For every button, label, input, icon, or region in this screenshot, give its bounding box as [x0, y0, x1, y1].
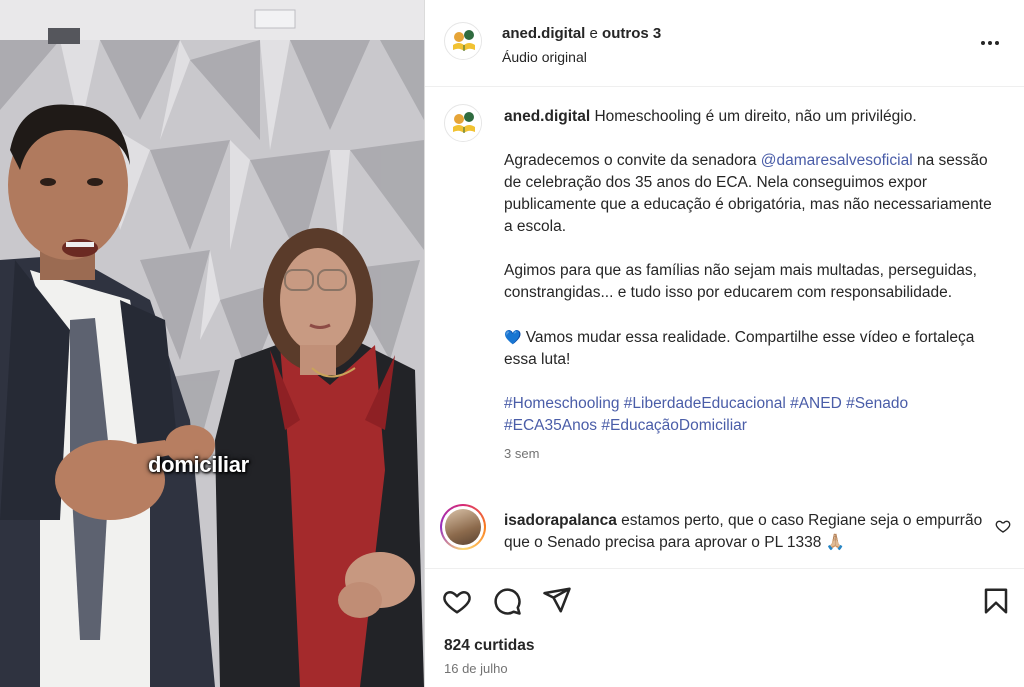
video-frame: [0, 0, 424, 687]
hashtags[interactable]: #Homeschooling #LiberdadeEducacional #AN…: [504, 393, 1004, 437]
likes-count[interactable]: 824 curtidas: [444, 637, 534, 655]
comment-username[interactable]: isadorapalanca: [504, 512, 617, 529]
blue-heart-icon: 💙: [504, 329, 522, 345]
aned-logo-icon: [446, 24, 481, 59]
post-authors: aned.digital e outros 3: [502, 25, 661, 42]
author-avatar[interactable]: [444, 22, 482, 60]
audio-label[interactable]: Áudio original: [502, 49, 587, 65]
share-icon[interactable]: [542, 585, 572, 615]
post-actions-bar: 824 curtidas 16 de julho: [425, 568, 1024, 687]
post-time[interactable]: 3 sem: [504, 443, 1004, 465]
post-caption-area: aned.digital Homeschooling é um direito,…: [425, 88, 1024, 568]
like-icon[interactable]: [442, 586, 472, 616]
authors-connector: e: [589, 25, 598, 42]
author-username[interactable]: aned.digital: [502, 25, 585, 42]
caption-p2-before: Agradecemos o convite da senadora: [504, 152, 761, 169]
other-authors-link[interactable]: outros 3: [602, 25, 661, 42]
post-header: aned.digital e outros 3 Áudio original: [425, 0, 1024, 87]
heart-small-icon[interactable]: [995, 518, 1011, 534]
more-options-icon[interactable]: [981, 34, 1003, 54]
comment-avatar[interactable]: [440, 504, 486, 550]
mention-link[interactable]: @damaresalvesoficial: [761, 152, 913, 169]
instagram-post-window: domiciliar aned.digital e outros 3 Áudio…: [0, 0, 1024, 687]
caption-line-1: Homeschooling é um direito, não um privi…: [594, 108, 917, 125]
post-date: 16 de julho: [444, 661, 508, 676]
video-caption: domiciliar: [148, 452, 249, 477]
save-icon[interactable]: [981, 586, 1011, 616]
pray-emoji: 🙏🏼: [825, 534, 846, 551]
aned-logo-icon: [446, 106, 481, 141]
caption-author-avatar[interactable]: [444, 104, 482, 142]
post-caption: aned.digital Homeschooling é um direito,…: [504, 106, 1004, 465]
caption-username[interactable]: aned.digital: [504, 108, 590, 125]
comment-icon[interactable]: [492, 586, 522, 616]
comment-text: isadorapalanca estamos perto, que o caso…: [504, 510, 984, 554]
post-side-panel: aned.digital e outros 3 Áudio original a…: [424, 0, 1024, 687]
caption-p3: Agimos para que as famílias não sejam ma…: [504, 262, 977, 301]
post-video[interactable]: domiciliar: [0, 0, 424, 687]
caption-p4: Vamos mudar essa realidade. Compartilhe …: [504, 329, 975, 368]
